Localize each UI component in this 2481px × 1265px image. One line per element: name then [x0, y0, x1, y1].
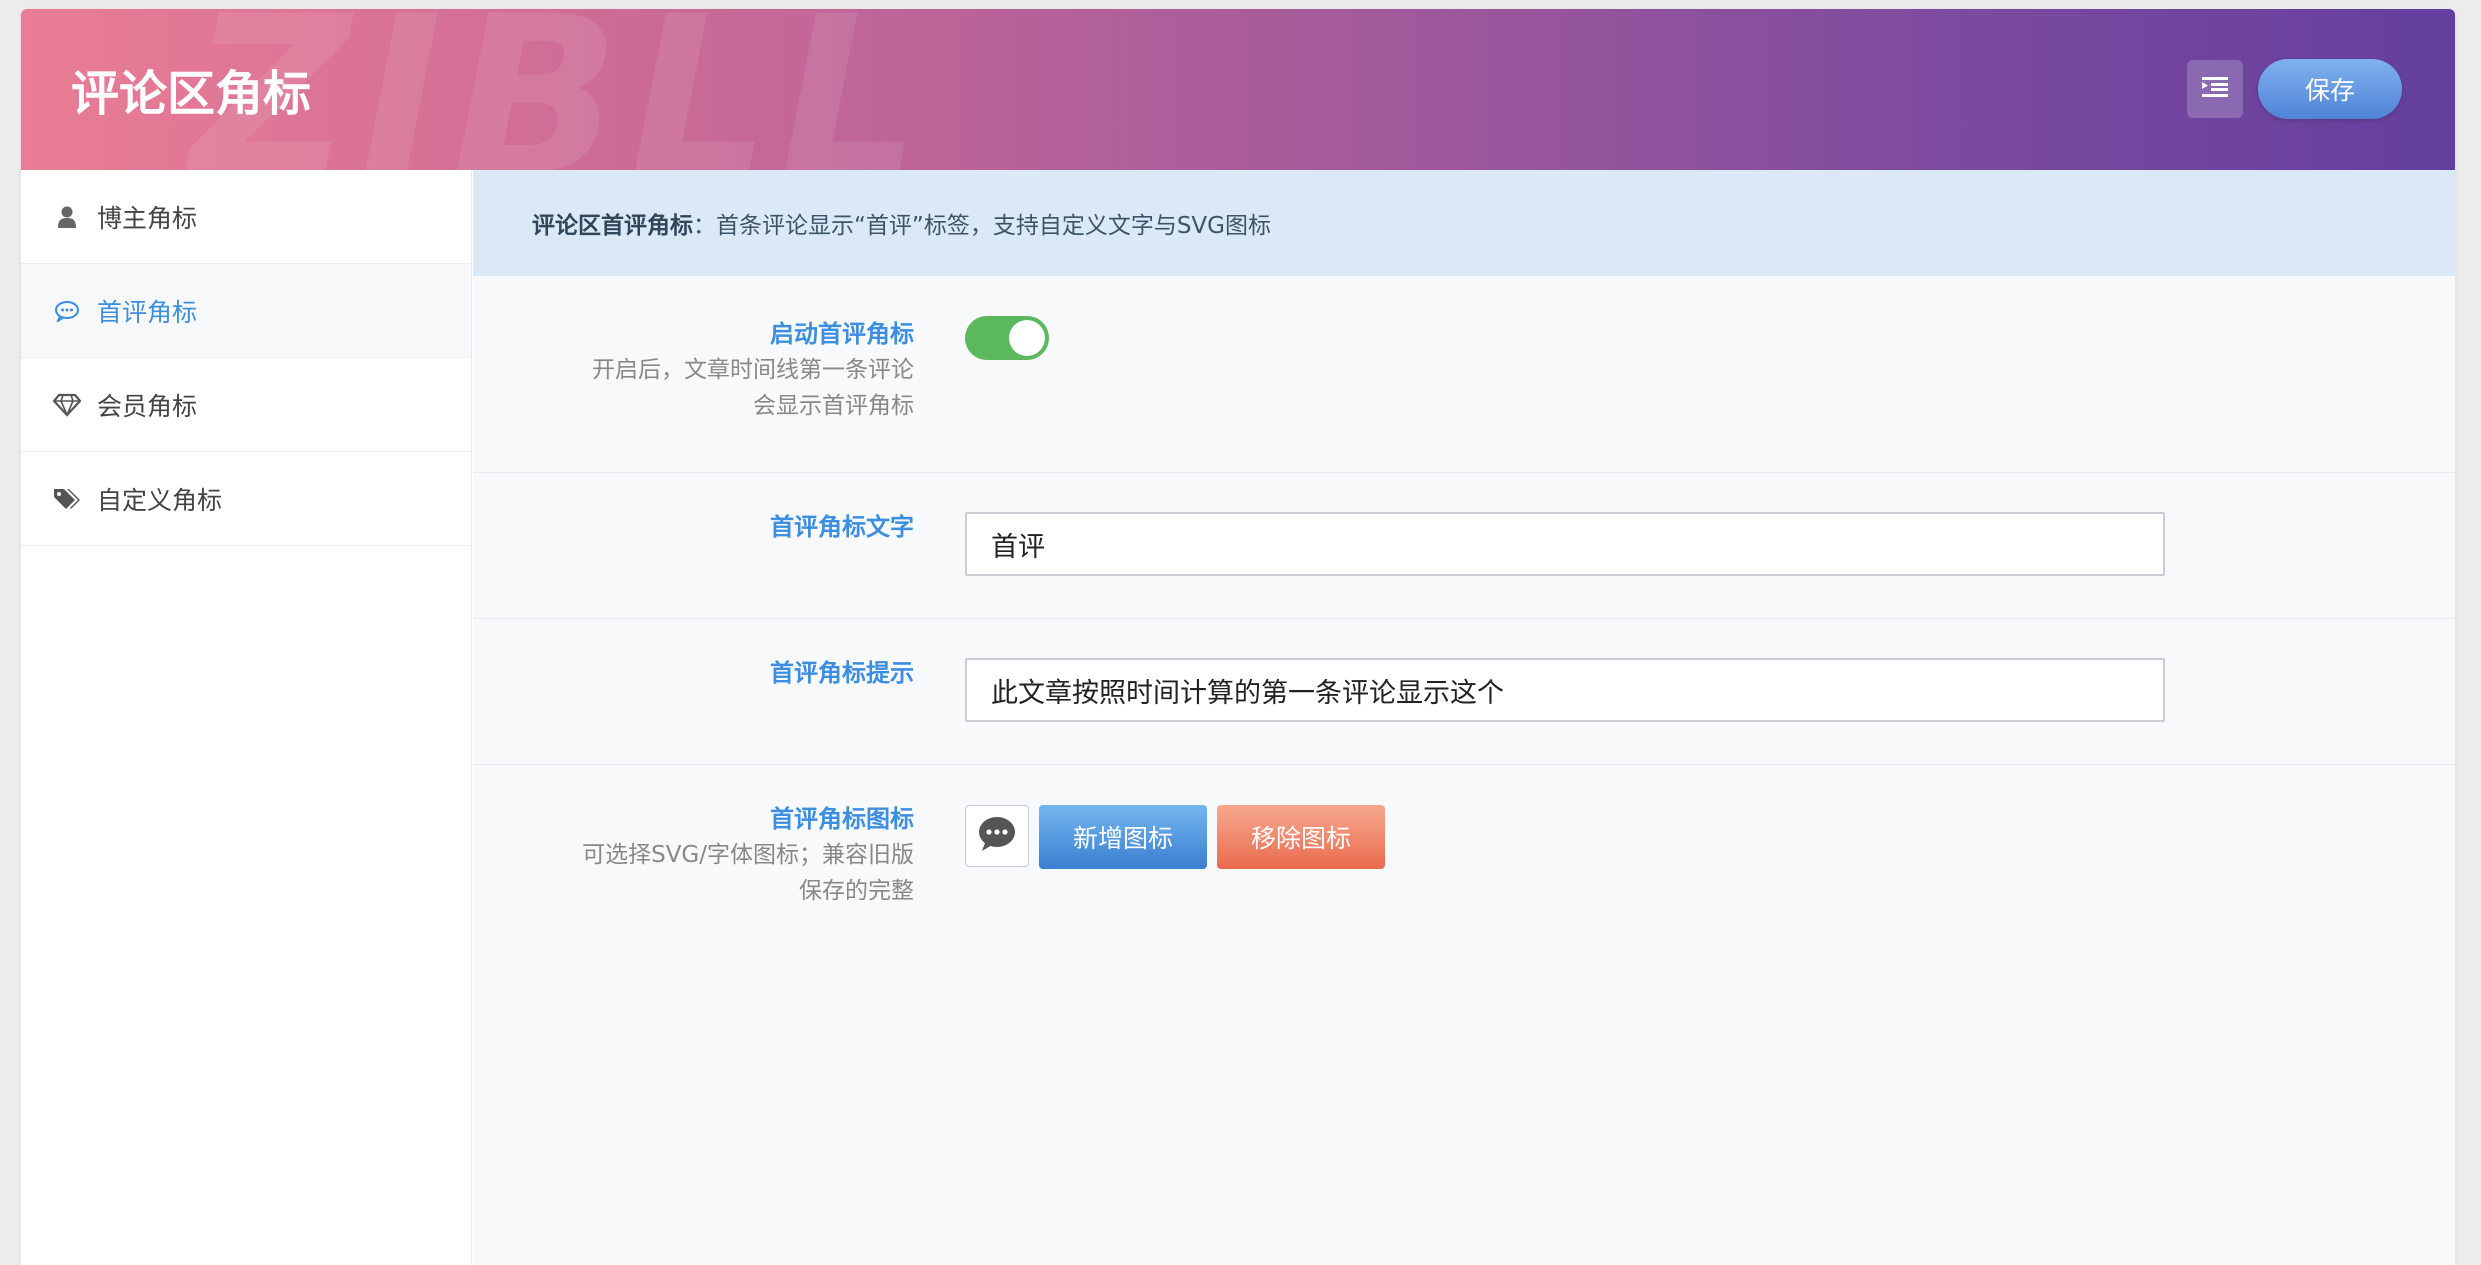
field-row-enable: 启动首评角标 开启后，文章时间线第一条评论 会显示首评角标	[473, 276, 2455, 473]
settings-panel: ZIBLL 评论区角标 保存 博主角标 首评角标 会员角标 自定义角标 评论区首…	[21, 9, 2455, 1265]
field-row-text: 首评角标文字 首评	[473, 473, 2455, 619]
field-description: 可选择SVG/字体图标；兼容旧版	[582, 842, 914, 868]
field-row-tip: 首评角标提示 此文章按照时间计算的第一条评论显示这个	[473, 619, 2455, 765]
field-label: 首评角标图标	[770, 805, 914, 833]
field-description: 开启后，文章时间线第一条评论	[592, 357, 914, 383]
field-label-group: 启动首评角标 开启后，文章时间线第一条评论 会显示首评角标	[514, 316, 914, 424]
notice-text: ：首条评论显示“首评”标签，支持自定义文字与SVG图标	[693, 213, 1271, 239]
user-icon	[51, 201, 83, 233]
section-notice: 评论区首评角标 ：首条评论显示“首评”标签，支持自定义文字与SVG图标	[473, 170, 2455, 276]
badge-tip-input[interactable]: 此文章按照时间计算的第一条评论显示这个	[965, 658, 2165, 722]
sidebar-item-label: 会员角标	[97, 391, 198, 421]
field-row-icon: 首评角标图标 可选择SVG/字体图标；兼容旧版 保存的完整 新增图标 移除图标	[473, 765, 2455, 955]
field-label: 首评角标提示	[770, 659, 914, 687]
remove-icon-button[interactable]: 移除图标	[1217, 805, 1385, 869]
comment-dots-icon	[977, 815, 1017, 857]
field-description: 保存的完整	[799, 878, 914, 904]
sidebar-item-label: 博主角标	[97, 203, 198, 233]
field-label-group: 首评角标图标 可选择SVG/字体图标；兼容旧版 保存的完整	[514, 801, 914, 909]
field-description: 会显示首评角标	[753, 393, 914, 419]
comment-icon	[51, 295, 83, 327]
field-label-group: 首评角标提示	[514, 655, 914, 691]
field-label: 首评角标文字	[770, 513, 914, 541]
icon-preview[interactable]	[965, 805, 1029, 867]
header: ZIBLL 评论区角标 保存	[21, 9, 2455, 170]
sidebar-item-label: 首评角标	[97, 297, 198, 327]
sidebar: 博主角标 首评角标 会员角标 自定义角标	[21, 170, 472, 1265]
toggle-knob	[1009, 320, 1045, 356]
menu-toggle-button[interactable]	[2187, 60, 2243, 118]
sidebar-item-blogger-badge[interactable]: 博主角标	[21, 170, 471, 264]
tags-icon	[51, 483, 83, 515]
sidebar-item-member-badge[interactable]: 会员角标	[21, 358, 471, 452]
notice-title: 评论区首评角标	[532, 213, 693, 239]
badge-text-input[interactable]: 首评	[965, 512, 2165, 576]
sidebar-item-first-comment-badge[interactable]: 首评角标	[21, 264, 471, 358]
enable-first-comment-toggle[interactable]	[965, 316, 1049, 360]
main-content: 评论区首评角标 ：首条评论显示“首评”标签，支持自定义文字与SVG图标 启动首评…	[473, 170, 2455, 1265]
indent-list-icon	[2202, 76, 2228, 102]
field-label: 启动首评角标	[770, 320, 914, 348]
save-button[interactable]: 保存	[2258, 59, 2402, 119]
sidebar-item-label: 自定义角标	[97, 485, 223, 515]
diamond-icon	[51, 389, 83, 421]
add-icon-button[interactable]: 新增图标	[1039, 805, 1207, 869]
page-title: 评论区角标	[71, 66, 312, 122]
sidebar-item-custom-badge[interactable]: 自定义角标	[21, 452, 471, 546]
field-label-group: 首评角标文字	[514, 509, 914, 545]
